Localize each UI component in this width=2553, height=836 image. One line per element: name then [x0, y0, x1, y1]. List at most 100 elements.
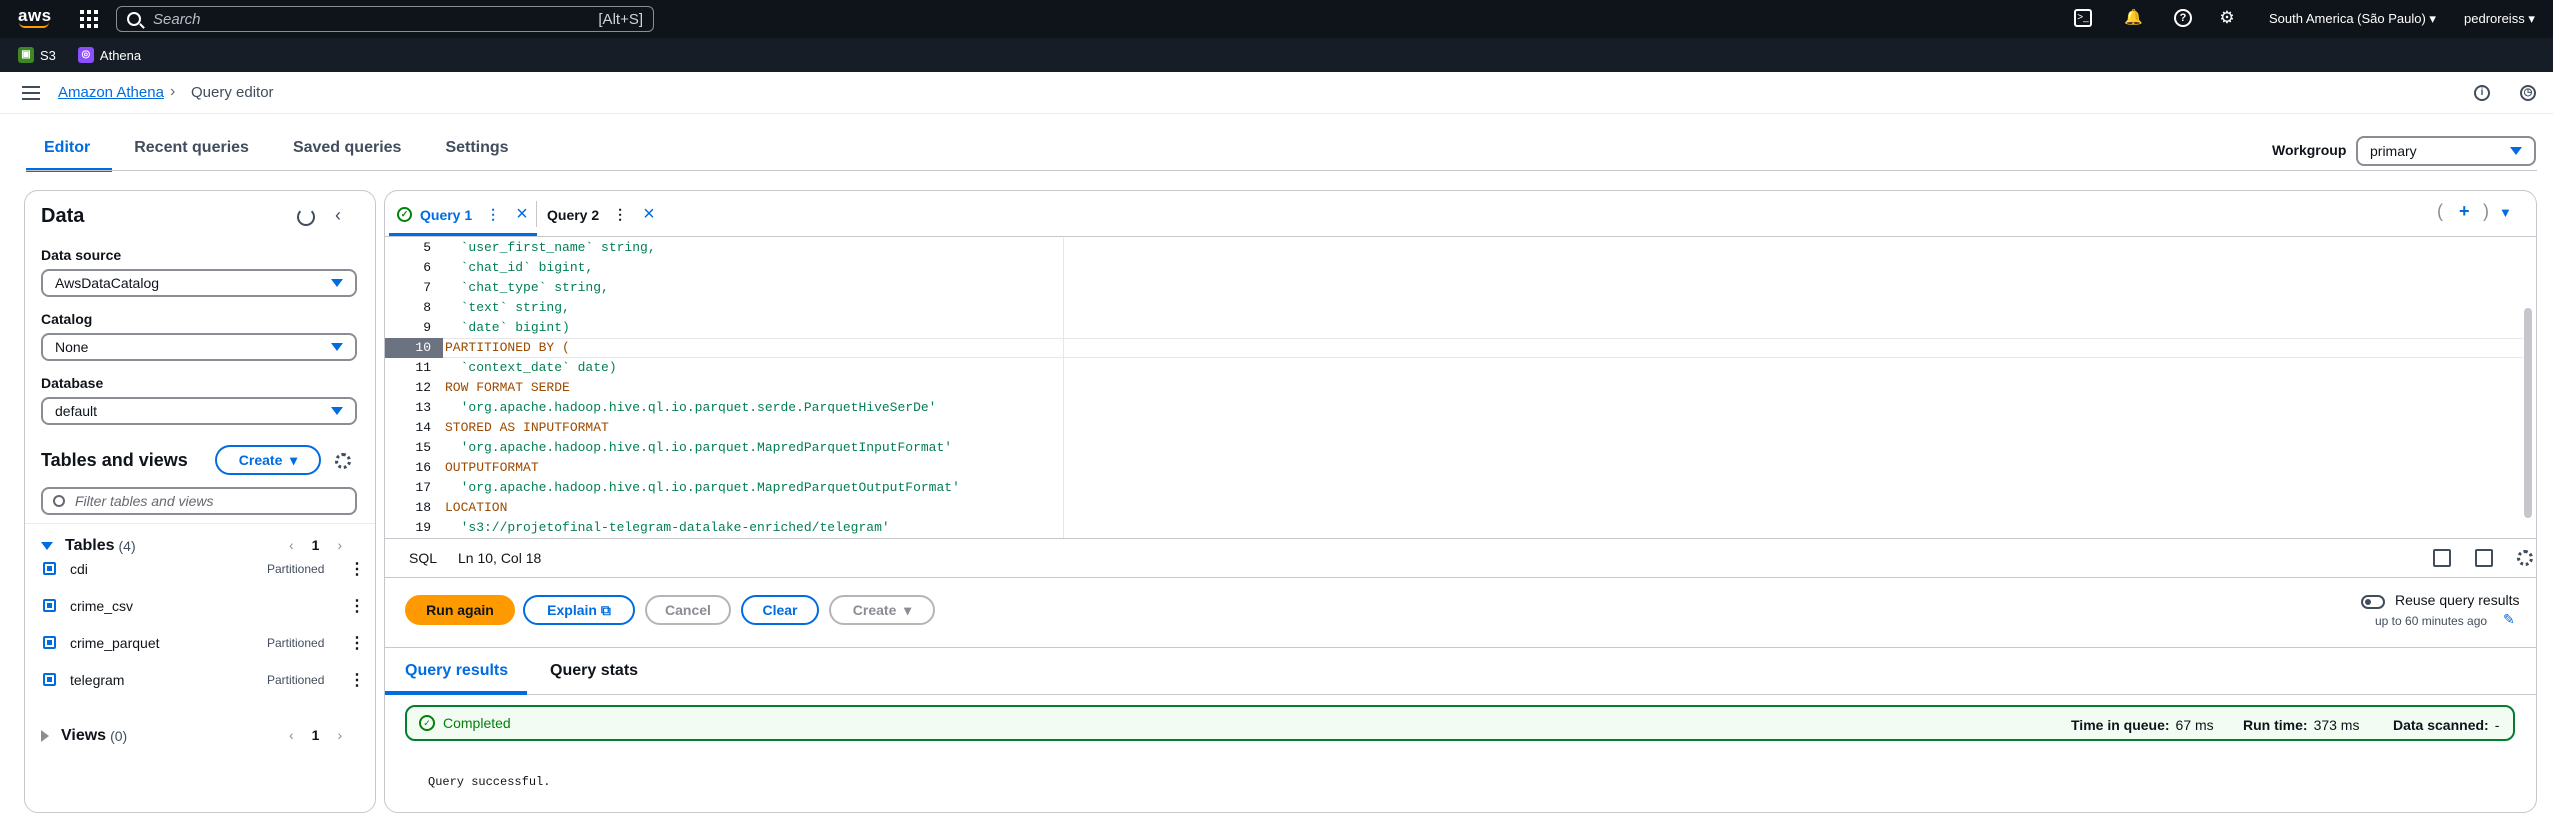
cancel-button[interactable]: Cancel	[645, 595, 731, 625]
views-section-toggle[interactable]: Views (0)	[41, 727, 127, 745]
cancel-label: Cancel	[665, 602, 711, 618]
success-icon: ✓	[419, 715, 435, 731]
data-scanned-label: Data scanned:	[2393, 717, 2489, 733]
account-menu[interactable]: pedroreiss ▾	[2464, 11, 2535, 27]
database-select[interactable]: default	[41, 397, 357, 425]
code-line: 'org.apache.hadoop.hive.ql.io.parquet.Ma…	[445, 480, 960, 495]
page-number[interactable]: 1	[312, 727, 320, 743]
database-value: default	[55, 403, 98, 419]
query-result-message: Query successful.	[428, 775, 551, 789]
favorite-athena[interactable]: ◎ Athena	[77, 47, 141, 63]
code-line: `user_first_name` string,	[445, 240, 656, 255]
scroll-tabs-left-icon[interactable]: (	[2437, 201, 2443, 222]
tab-query-1[interactable]: ✓ Query 1 ⋮ ×	[397, 203, 528, 226]
table-name: crime_csv	[70, 597, 134, 614]
s3-icon: ▣	[18, 47, 34, 63]
tab-options-icon[interactable]: ⋮	[486, 206, 500, 223]
search-icon	[53, 495, 65, 507]
region-selector[interactable]: South America (São Paulo) ▾	[2269, 11, 2436, 27]
more-actions-icon[interactable]: ⋮	[349, 596, 365, 616]
data-source-select[interactable]: AwsDataCatalog	[41, 269, 357, 297]
reuse-results-toggle[interactable]	[2361, 595, 2385, 609]
run-time-value: 373 ms	[2313, 717, 2360, 733]
favorite-label: S3	[40, 47, 56, 63]
clear-button[interactable]: Clear	[741, 595, 819, 625]
keyboard-shortcuts-icon[interactable]	[2475, 549, 2493, 567]
caret-right-icon	[41, 730, 49, 742]
editor-settings-icon[interactable]	[2517, 550, 2533, 566]
table-icon	[43, 636, 56, 649]
workgroup-select[interactable]: primary	[2356, 136, 2536, 166]
more-actions-icon[interactable]: ⋮	[349, 633, 365, 653]
more-actions-icon[interactable]: ⋮	[349, 559, 365, 579]
services-grid-icon[interactable]	[80, 10, 98, 28]
more-actions-icon[interactable]: ⋮	[349, 670, 365, 690]
partitioned-badge: Partitioned	[267, 561, 325, 576]
scrollbar-thumb[interactable]	[2524, 308, 2532, 518]
create-table-button[interactable]: Create ▾	[215, 445, 321, 475]
code-line: `context_date` date)	[445, 360, 617, 375]
line-number: 7	[423, 280, 431, 295]
info-icon[interactable]: i	[2474, 85, 2490, 101]
code-line: LOCATION	[445, 500, 508, 515]
filter-placeholder: Filter tables and views	[75, 493, 214, 509]
clock-icon[interactable]: ◷	[2520, 85, 2536, 101]
refresh-icon[interactable]	[297, 208, 315, 226]
table-row[interactable]: telegram Partitioned ⋮	[25, 661, 375, 698]
add-tab-icon[interactable]: +	[2459, 201, 2470, 222]
tabs-divider	[26, 170, 2537, 171]
scroll-tabs-right-icon[interactable]: )	[2483, 201, 2489, 222]
query-tab-label: Query 1	[420, 206, 473, 223]
settings-gear-icon[interactable]	[335, 453, 351, 469]
aws-logo[interactable]: aws	[18, 6, 52, 28]
help-icon[interactable]: ?	[2174, 9, 2192, 27]
tab-saved-queries[interactable]: Saved queries	[271, 130, 424, 172]
sql-code-editor[interactable]: 5 6 7 8 9 10 11 12 13 14 15 16 17 18 19 …	[385, 238, 2536, 538]
global-search-input[interactable]: Search [Alt+S]	[116, 6, 654, 32]
partitioned-badge: Partitioned	[267, 635, 325, 650]
tab-editor[interactable]: Editor	[26, 130, 113, 172]
run-again-button[interactable]: Run again	[405, 595, 515, 625]
close-icon[interactable]: ×	[516, 203, 528, 226]
line-number-current: 10	[385, 338, 443, 358]
tab-query-stats[interactable]: Query stats	[550, 662, 638, 680]
cloudshell-icon[interactable]: >_	[2074, 9, 2092, 27]
code-line: `date` bigint)	[445, 320, 570, 335]
gear-icon[interactable]: ⚙	[2218, 9, 2236, 27]
data-panel: Data ‹ Data source AwsDataCatalog Catalo…	[24, 190, 376, 813]
tab-settings[interactable]: Settings	[423, 130, 530, 172]
tab-query-results[interactable]: Query results	[405, 662, 508, 680]
catalog-select[interactable]: None	[41, 333, 357, 361]
collapse-panel-icon[interactable]: ‹	[335, 205, 341, 226]
table-row[interactable]: crime_csv ⋮	[25, 587, 375, 624]
prev-page-icon[interactable]: ‹	[289, 727, 294, 743]
editor-scrollbar[interactable]	[2522, 242, 2534, 532]
table-row[interactable]: cdi Partitioned ⋮	[25, 550, 375, 587]
format-query-icon[interactable]	[2433, 549, 2451, 567]
tab-divider	[536, 201, 537, 227]
views-pagination: ‹ 1 ›	[289, 727, 342, 743]
line-number: 16	[415, 460, 431, 475]
edit-icon[interactable]: ✎	[2503, 611, 2515, 628]
queue-time-value: 67 ms	[2175, 717, 2214, 733]
close-icon[interactable]: ×	[643, 203, 655, 226]
line-number: 5	[423, 240, 431, 255]
database-label: Database	[41, 375, 104, 391]
favorite-s3[interactable]: ▣ S3	[18, 47, 56, 63]
filter-tables-input[interactable]: Filter tables and views	[41, 487, 357, 515]
create-button[interactable]: Create ▾	[829, 595, 935, 625]
account-name: pedroreiss	[2464, 11, 2525, 26]
menu-icon[interactable]	[22, 86, 40, 100]
code-line: ROW FORMAT SERDE	[445, 380, 570, 395]
explain-button[interactable]: Explain ⧉	[523, 595, 635, 625]
line-number: 15	[415, 440, 431, 455]
tab-query-2[interactable]: Query 2 ⋮ ×	[547, 203, 655, 226]
tab-recent-queries[interactable]: Recent queries	[112, 130, 271, 172]
table-row[interactable]: crime_parquet Partitioned ⋮	[25, 624, 375, 661]
tabs-menu-icon[interactable]: ▼	[2499, 205, 2512, 220]
tab-options-icon[interactable]: ⋮	[613, 206, 627, 223]
queue-time-label: Time in queue:	[2071, 717, 2170, 733]
bell-icon[interactable]: 🔔	[2124, 9, 2143, 27]
next-page-icon[interactable]: ›	[337, 727, 342, 743]
breadcrumb-athena-link[interactable]: Amazon Athena	[58, 84, 164, 101]
